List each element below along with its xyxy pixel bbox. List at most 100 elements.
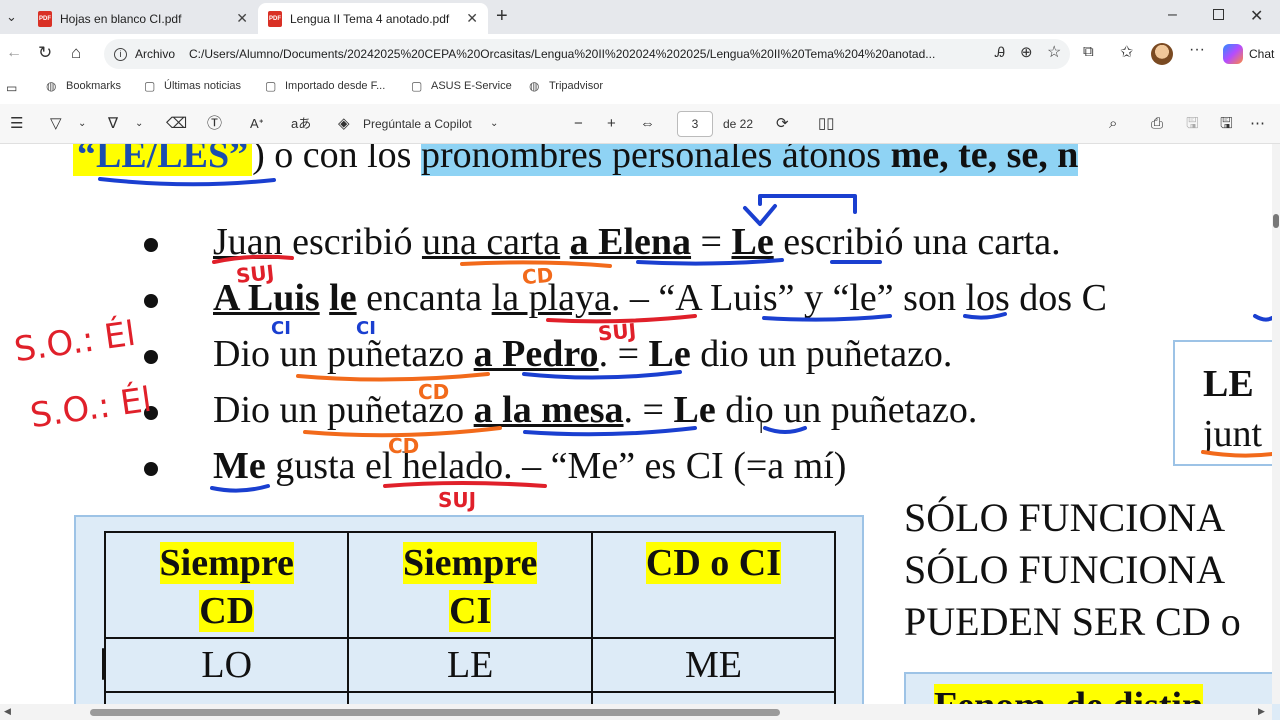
info-icon[interactable]: i — [114, 47, 127, 61]
bookmark-bookmarks[interactable]: ◍ Bookmarks — [46, 80, 121, 92]
example-text — [464, 389, 474, 431]
globe-icon: ◍ — [529, 79, 540, 93]
annotation-suj: SUJ — [438, 488, 477, 512]
save-icon[interactable]: 🖫 — [1186, 114, 1199, 134]
save-as-icon[interactable]: 🖫 — [1220, 114, 1233, 134]
header-text: Siempre — [159, 542, 294, 584]
pdf-icon: PDF — [38, 10, 52, 27]
highlight-dropdown-icon[interactable]: ⌄ — [78, 114, 86, 134]
scroll-right-icon[interactable]: ▶ — [1258, 706, 1265, 717]
bookmark-label: Tripadvisor — [549, 80, 603, 92]
scroll-thumb[interactable] — [1273, 214, 1279, 228]
right-text-3: PUEDEN SER CD o — [904, 599, 1241, 644]
vertical-scrollbar[interactable] — [1272, 144, 1280, 704]
more-tools-icon[interactable]: ⋯ — [1250, 114, 1265, 134]
scroll-left-icon[interactable]: ◀ — [4, 706, 11, 717]
table-cell: LO — [103, 637, 350, 693]
header-text: CD o CI — [645, 542, 782, 584]
example-text: . – “A Luis” y “le” son los dos C — [610, 277, 1107, 319]
bookmark-sidebar-icon[interactable]: ▭ — [6, 81, 17, 95]
restore-icon[interactable] — [1213, 9, 1224, 20]
example-pronoun: Le — [673, 389, 716, 431]
example-pronoun: Le — [731, 221, 774, 263]
tab-bar: ⌄ PDF Hojas en blanco CI.pdf ✕ PDF Lengu… — [0, 0, 1280, 34]
chat-label[interactable]: Chat — [1249, 47, 1274, 61]
address-bar[interactable]: i Archivo C:/Users/Alumno/Documents/2024… — [104, 39, 1070, 69]
top-line-text: pronombres personales átonos — [420, 144, 891, 176]
draw-icon[interactable]: ∇ — [108, 114, 118, 134]
example-text: escribió una carta. — [773, 221, 1061, 263]
example-text — [464, 333, 474, 375]
rotate-icon[interactable]: ⟳ — [776, 114, 789, 134]
bookmark-tripadvisor[interactable]: ◍ Tripadvisor — [529, 80, 603, 92]
horizontal-scrollbar[interactable]: ◀ ▶ — [0, 704, 1272, 720]
annotation-cd: CD — [418, 380, 450, 404]
copilot-dropdown-icon[interactable]: ⌄ — [490, 114, 498, 134]
zoom-in-icon[interactable]: + — [607, 114, 616, 134]
bullet — [144, 462, 158, 476]
avatar[interactable] — [1151, 43, 1173, 65]
pdf-icon: PDF — [268, 10, 282, 27]
refresh-icon[interactable]: ↻ — [38, 43, 52, 63]
tab-lengua[interactable]: PDF Lengua II Tema 4 anotado.pdf ✕ — [258, 3, 488, 34]
copilot-icon[interactable] — [1223, 44, 1243, 64]
bookmark-importado[interactable]: ▢ Importado desde F... — [265, 80, 385, 92]
bullet — [144, 238, 158, 252]
copilot-ask-label[interactable]: Pregúntale a Copilot — [363, 114, 472, 134]
text-box-icon[interactable]: Ⓣ — [207, 114, 222, 134]
side-box: LE junt — [1173, 340, 1280, 466]
page-total: de 22 — [723, 117, 754, 131]
highlight-icon[interactable]: ▽ — [50, 114, 62, 134]
print-icon[interactable]: ⎙ — [1151, 114, 1163, 134]
bookmarks-bar: ▭ ◍ Bookmarks ▢ Últimas noticias ▢ Importad… — [0, 74, 1280, 102]
bookmark-asus[interactable]: ▢ ASUS E-Service — [411, 80, 512, 92]
minimize-icon[interactable]: – — [1168, 6, 1177, 24]
table-header-cell: Siempre CD — [103, 531, 350, 639]
bookmark-noticias[interactable]: ▢ Últimas noticias — [144, 80, 241, 92]
example-indirect: a Pedro — [473, 333, 599, 375]
eraser-icon[interactable]: ⌫ — [166, 114, 187, 134]
scroll-thumb[interactable] — [90, 709, 780, 716]
example-text: gusta — [265, 445, 365, 487]
example-subject: el helado — [364, 445, 504, 487]
close-window-icon[interactable]: ✕ — [1250, 6, 1263, 26]
bookmark-label: Últimas noticias — [164, 80, 242, 92]
table-row: LO LE ME — [103, 637, 837, 693]
draw-dropdown-icon[interactable]: ⌄ — [135, 114, 143, 134]
favorites-icon[interactable]: ✩ — [1120, 42, 1133, 62]
copilot-small-icon[interactable]: ◈ — [338, 114, 350, 134]
example-text — [320, 277, 330, 319]
more-menu-icon[interactable]: ··· — [1189, 41, 1205, 59]
example-pronoun: Le — [648, 333, 691, 375]
extensions-icon[interactable]: ⧉ — [1083, 43, 1094, 60]
annotation-suj: SUJ — [597, 318, 638, 346]
text-format-icon[interactable]: Aᐩ — [250, 114, 264, 134]
annotation-so: S.O.: Él — [11, 313, 138, 371]
search-icon[interactable]: ⌕ — [1109, 114, 1117, 134]
example-indirect: a Elena — [569, 221, 692, 263]
read-aloud-icon[interactable]: Ꭿ — [995, 44, 1005, 61]
new-tab-icon[interactable]: + — [496, 5, 508, 28]
annotation-cd: CD — [521, 262, 555, 290]
favorite-star-icon[interactable]: ☆ — [1047, 42, 1061, 62]
tab-hojas[interactable]: PDF Hojas en blanco CI.pdf ✕ — [28, 3, 258, 34]
page-number-input[interactable]: 3 — [677, 111, 713, 137]
le-les-term: “LE/LES” — [73, 144, 253, 176]
globe-icon: ◍ — [46, 79, 57, 93]
home-icon[interactable]: ⌂ — [71, 43, 81, 63]
zoom-icon[interactable]: ⊕ — [1020, 43, 1033, 61]
side-box-text: junt — [1203, 413, 1263, 455]
tab-list-chevron-icon[interactable]: ⌄ — [6, 9, 17, 25]
back-icon[interactable]: ← — [6, 44, 22, 62]
close-tab-icon[interactable]: ✕ — [236, 10, 248, 27]
contents-icon[interactable]: ☰ — [10, 114, 23, 134]
zoom-out-icon[interactable]: − — [574, 114, 583, 134]
header-text: Siempre — [402, 542, 538, 584]
right-text-1: SÓLO FUNCIONA — [904, 495, 1226, 540]
translate-icon[interactable]: aあ — [291, 114, 311, 134]
annotation-ci: CI — [271, 318, 291, 339]
example-line-1: Juan escribió una carta a Elena = Le esc… — [213, 220, 1061, 264]
close-tab-icon[interactable]: ✕ — [466, 10, 478, 27]
fit-page-icon[interactable]: ⇔ — [640, 114, 655, 134]
page-view-icon[interactable]: ▯▯ — [818, 114, 835, 134]
